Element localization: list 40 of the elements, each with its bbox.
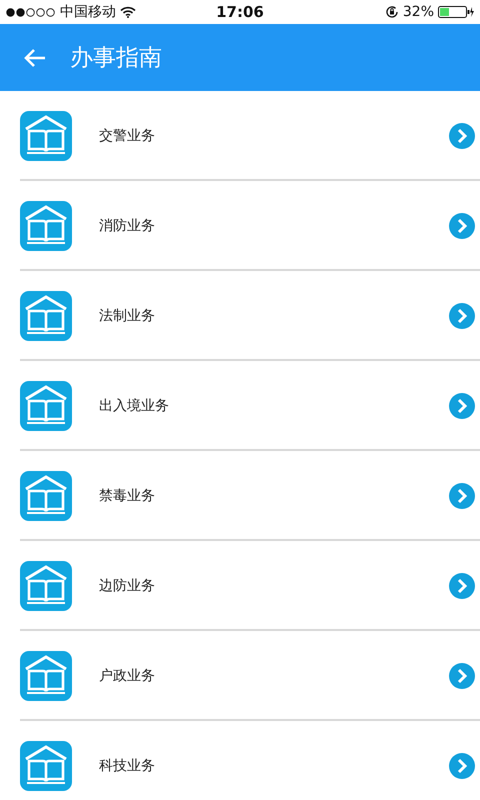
- item-label: 消防业务: [99, 217, 156, 235]
- guide-list-item[interactable]: 交警业务: [0, 91, 480, 181]
- chevron-right-icon: [449, 303, 475, 329]
- item-label: 科技业务: [99, 757, 156, 775]
- book-icon: [20, 471, 72, 521]
- battery-icon: [438, 6, 474, 18]
- guide-list-item[interactable]: 禁毒业务: [0, 451, 480, 541]
- status-time: 17:06: [216, 3, 264, 21]
- back-arrow-icon[interactable]: [24, 48, 46, 68]
- chevron-right-icon: [449, 213, 475, 239]
- item-label: 户政业务: [99, 667, 156, 685]
- book-icon: [20, 561, 72, 611]
- chevron-right-icon: [449, 663, 475, 689]
- guide-list-item[interactable]: 出入境业务: [0, 361, 480, 451]
- book-icon: [20, 201, 72, 251]
- chevron-right-icon: [449, 393, 475, 419]
- book-icon: [20, 111, 72, 161]
- item-label: 出入境业务: [99, 397, 170, 415]
- wifi-icon: [120, 6, 136, 18]
- page-title: 办事指南: [70, 44, 162, 73]
- chevron-right-icon: [449, 483, 475, 509]
- book-icon: [20, 381, 72, 431]
- item-label: 边防业务: [99, 577, 156, 595]
- signal-icon: [6, 8, 56, 16]
- guide-list-item[interactable]: 户政业务: [0, 631, 480, 721]
- guide-list-item[interactable]: 消防业务: [0, 181, 480, 271]
- guide-list-item[interactable]: 边防业务: [0, 541, 480, 631]
- chevron-right-icon: [449, 573, 475, 599]
- rotation-lock-icon: [384, 5, 399, 19]
- carrier-name: 中国移动: [60, 3, 116, 21]
- item-label: 交警业务: [99, 127, 156, 145]
- chevron-right-icon: [449, 753, 475, 779]
- battery-percent: 32%: [402, 4, 434, 20]
- guide-list-item[interactable]: 法制业务: [0, 271, 480, 361]
- item-label: 法制业务: [99, 307, 156, 325]
- book-icon: [20, 741, 72, 791]
- book-icon: [20, 291, 72, 341]
- chevron-right-icon: [449, 123, 475, 149]
- item-label: 禁毒业务: [99, 487, 156, 505]
- book-icon: [20, 651, 72, 701]
